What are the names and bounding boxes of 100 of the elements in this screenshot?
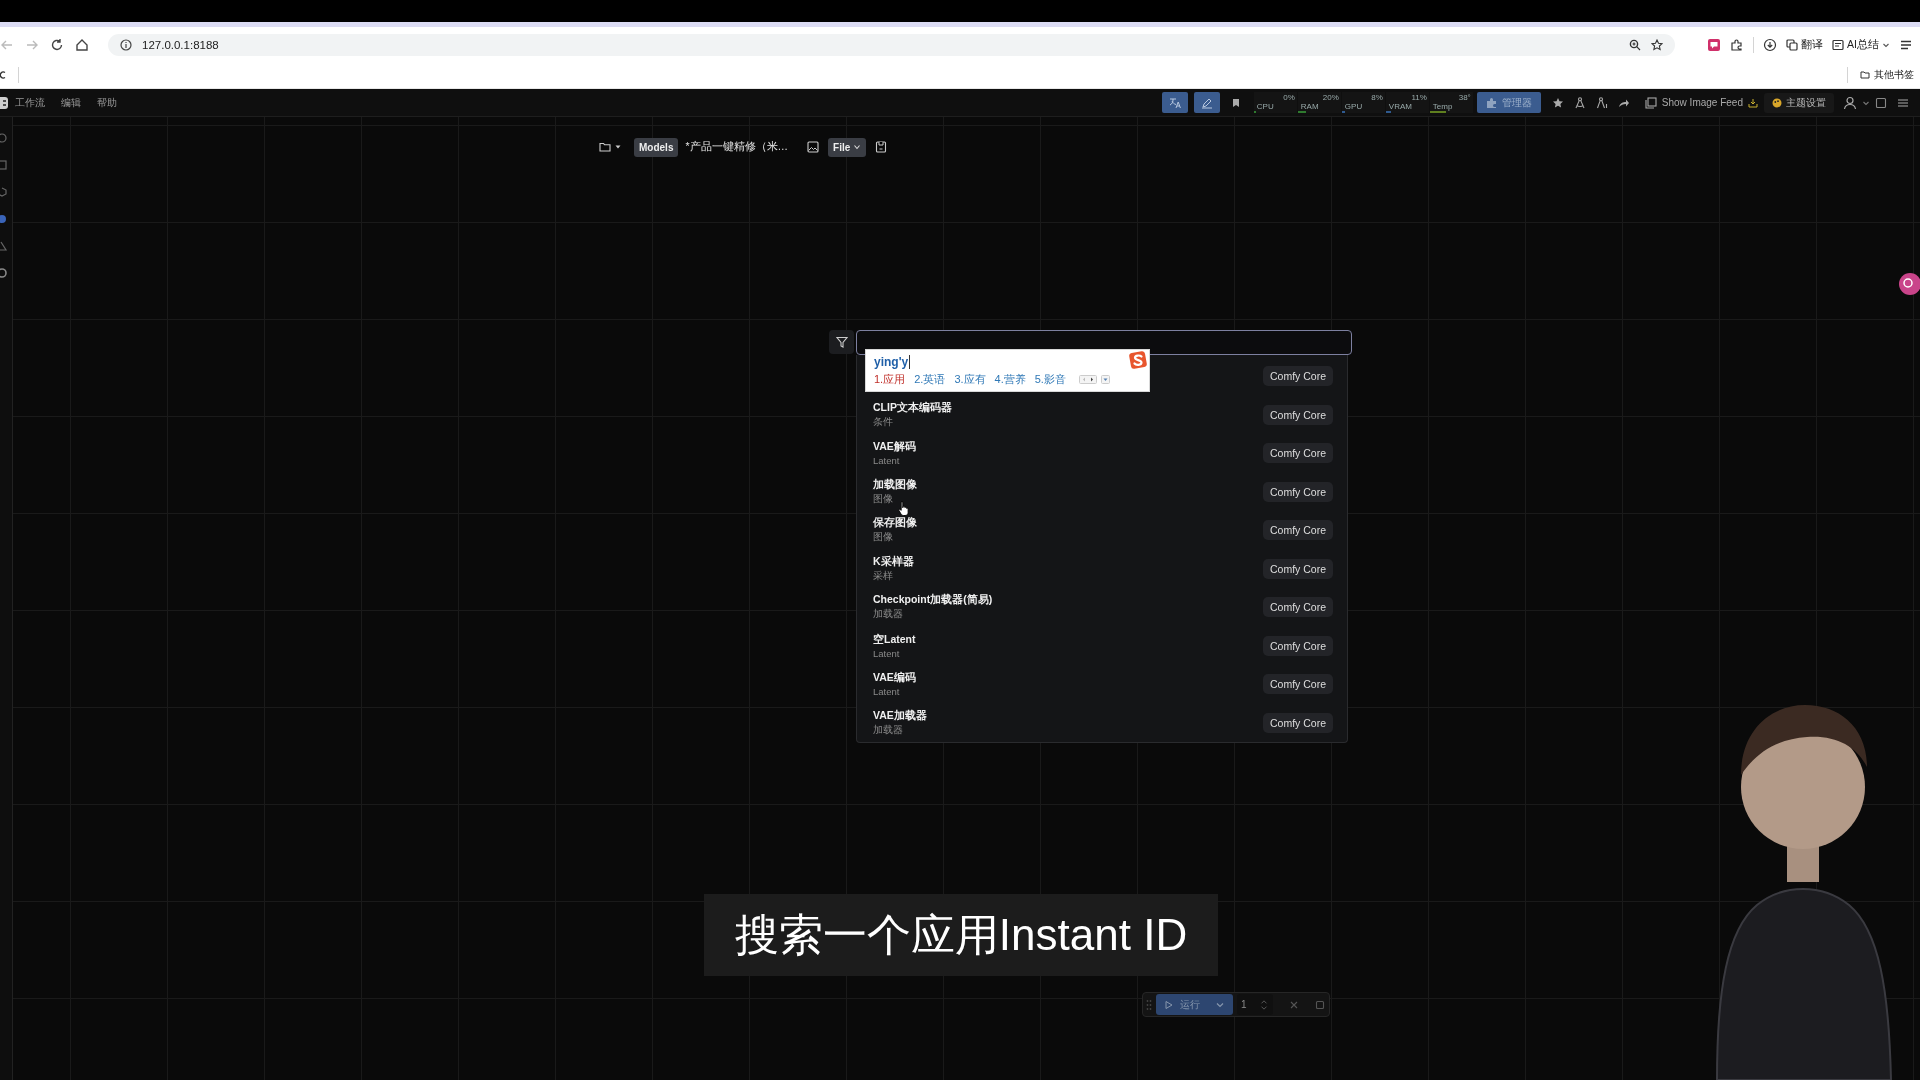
node-category: Latent [873,455,900,467]
node-category: 采样 [873,569,893,583]
meter-reading: 11% [1411,93,1428,102]
image-icon[interactable] [807,141,820,153]
source-tag: Comfy Core [1263,481,1333,502]
address-bar[interactable]: 127.0.0.1:8188 [108,33,1675,56]
node-name[interactable]: VAE解码 [873,440,916,455]
meter-label: Temp [1431,102,1453,111]
download-icon[interactable] [1763,37,1777,52]
drag-handle-icon[interactable] [1146,998,1152,1011]
puzzle-icon [1485,96,1498,109]
candidate-word[interactable]: 5.影音 [1034,371,1066,387]
node-name[interactable]: 保存图像 [873,516,917,531]
node-name[interactable]: Checkpoint加载器(简易) [873,593,993,608]
filter-button[interactable] [829,330,854,354]
home-icon[interactable] [75,37,89,52]
candidate-word[interactable]: 1.应用 [874,371,906,387]
ring-icon[interactable] [0,133,8,143]
theme-settings-button[interactable]: 主题设置 [1764,92,1834,113]
bookmark-folder[interactable]: 其他书签 [1860,68,1914,82]
ai-summary-button[interactable]: AI总结 [1832,37,1890,52]
meter-reading: 20% [1322,93,1340,102]
source-tag: Comfy Core [1263,443,1333,464]
menu-item[interactable]: 帮助 [97,95,117,110]
translate-icon [1168,96,1181,109]
source-tag: Comfy Core [1263,597,1333,618]
meter-label: GPU [1343,102,1363,111]
source-tag: Comfy Core [1263,520,1333,541]
hand-cursor-icon [898,500,910,516]
ring-icon[interactable] [0,268,8,278]
node-category: 图像 [873,492,893,506]
subtitle-caption: 搜索一个应用Instant ID [704,894,1218,976]
play-icon [1164,999,1174,1010]
gallery-icon [1644,96,1657,109]
meter-label: CPU [1255,102,1274,111]
chat-tile-icon[interactable] [1707,37,1721,52]
file-menu-button[interactable]: File [828,137,867,157]
drafting-compass-icon[interactable] [1595,96,1608,109]
close-icon[interactable] [1289,999,1299,1010]
address-text[interactable]: 127.0.0.1:8188 [142,38,219,51]
drafting-compass-icon[interactable] [1573,96,1586,109]
folder-icon [1860,70,1870,80]
folder-icon [599,141,611,153]
pen-icon [1200,96,1213,109]
bookmark-icon[interactable] [1230,97,1241,108]
node-name[interactable]: 空Latent [873,632,916,647]
palette-icon [1772,97,1782,108]
node-category: 条件 [873,415,893,429]
meter-reading: 38° [1458,93,1472,102]
node-name[interactable]: VAE加载器 [873,708,927,723]
meter-reading: 0% [1283,93,1296,102]
overlap-squares-icon [1786,38,1798,51]
node-category: Latent [873,647,900,659]
node-category: 加载器 [873,723,903,737]
node-name[interactable]: 加载图像 [873,477,917,492]
tray-icon [1748,97,1758,108]
workflow-title[interactable]: *产品一键精修（米… [685,140,789,154]
info-icon[interactable] [120,38,132,51]
toolbar-toggle[interactable] [1161,92,1188,113]
save-icon[interactable] [875,141,888,153]
reload-icon[interactable] [50,37,64,52]
node-name[interactable]: K采样器 [873,554,914,569]
translate-button[interactable]: 翻译 [1786,37,1823,52]
filter-icon [835,336,848,348]
document-icon [1832,38,1844,51]
source-tag: Comfy Core [1263,674,1333,695]
panel-icon[interactable] [1875,96,1887,109]
meter-reading: 8% [1371,93,1384,102]
app-logo-icon[interactable] [0,95,9,110]
batch-count-field[interactable]: 1 [1237,994,1273,1015]
node-category: 图像 [873,531,893,545]
source-tag: Comfy Core [1263,404,1333,425]
magnifier-icon[interactable] [1629,38,1641,51]
menu-item[interactable]: 编辑 [61,95,81,110]
models-button[interactable]: Models [634,137,679,157]
stop-icon[interactable] [1315,999,1325,1010]
source-tag: Comfy Core [1263,558,1333,579]
candidate-word[interactable]: 2.英语 [914,371,946,387]
candidate-word[interactable]: 4.营养 [994,371,1026,387]
menu-item[interactable]: 工作流 [15,95,45,110]
composition-text: ying'y [874,354,911,369]
image-feed-button[interactable]: Show Image Feed [1644,96,1758,109]
meter-label: RAM [1299,102,1319,111]
toolbar-toggle[interactable] [1193,92,1220,113]
user-icon[interactable] [1843,95,1857,110]
meter-label: VRAM [1387,102,1412,111]
node-name[interactable]: VAE编码 [873,671,916,686]
candidate-word[interactable]: 3.应有 [954,371,986,387]
node-category: 加载器 [873,608,903,622]
source-tag: Comfy Core [1263,366,1333,387]
star-icon[interactable] [1651,38,1663,51]
arc-icon[interactable] [0,70,6,80]
node-name[interactable]: CLIP文本编码器 [873,400,952,415]
caret-icon [614,143,622,151]
source-tag: Comfy Core [1263,635,1333,656]
source-tag: Comfy Core [1263,712,1333,733]
node-category: Latent [873,686,900,698]
caret-icon [853,143,862,151]
puzzle-icon[interactable] [1730,37,1744,52]
star-icon[interactable] [1551,96,1564,109]
